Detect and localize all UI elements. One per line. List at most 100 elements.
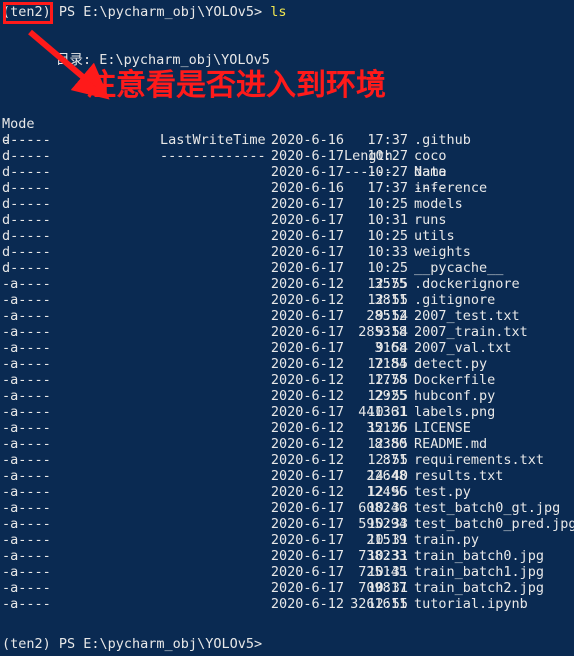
- table-row: -a---- 2020-6-17 10:31 441361 labels.png: [0, 404, 574, 420]
- cell-length: 7184: [374, 356, 407, 372]
- cell-mode: -a----: [2, 532, 51, 548]
- cell-length: 8380: [374, 436, 407, 452]
- cell-date: 2020-6-17: [270, 148, 344, 164]
- table-row: -a---- 2020-6-17 10:31 725145 train_batch1.j…: [0, 564, 574, 580]
- cell-date: 2020-6-17: [270, 196, 344, 212]
- cell-time: 10:25: [367, 196, 408, 212]
- table-row: -a---- 2020-6-17 14:40 22648 results.txt: [0, 468, 574, 484]
- cell-mode: d-----: [2, 180, 51, 196]
- table-row: -a---- 2020-6-17 10:33 595294 test_batch0_pr…: [0, 516, 574, 532]
- cell-time: 10:27: [367, 148, 408, 164]
- cell-mode: d-----: [2, 212, 51, 228]
- cell-time: 10:31: [367, 212, 408, 228]
- cell-mode: -a----: [2, 500, 51, 516]
- cell-name: labels.png: [414, 404, 496, 420]
- table-row: -a---- 2020-6-12 12:55 7184 detect.py: [0, 356, 574, 372]
- table-row: -a---- 2020-6-17 10:31 709817 train_batch2.j…: [0, 580, 574, 596]
- cell-time: 10:27: [367, 164, 408, 180]
- cell-mode: -a----: [2, 580, 51, 596]
- table-row: -a---- 2020-6-17 9:54 3168 2007_val.txt: [0, 340, 574, 356]
- cell-date: 2020-6-16: [270, 180, 344, 196]
- cell-mode: d-----: [2, 132, 51, 148]
- cell-mode: -a----: [2, 356, 51, 372]
- table-row: -a---- 2020-6-17 9:54 28512 2007_test.txt: [0, 308, 574, 324]
- cell-date: 2020-6-17: [270, 244, 344, 260]
- cell-name: detect.py: [414, 356, 488, 372]
- cell-time: 17:37: [367, 132, 408, 148]
- cell-mode: -a----: [2, 484, 51, 500]
- table-row: -a---- 2020-6-17 9:54 285318 2007_train.txt: [0, 324, 574, 340]
- table-row: d----- 2020-6-17 10:31 runs: [0, 212, 574, 228]
- cell-mode: -a----: [2, 452, 51, 468]
- command-text: ls: [270, 4, 287, 20]
- cell-date: 2020-6-17: [270, 260, 344, 276]
- table-row: -a---- 2020-6-17 10:31 21519 train.py: [0, 532, 574, 548]
- cell-name: 2007_test.txt: [414, 308, 520, 324]
- cell-length: 709817: [358, 580, 407, 596]
- cell-length: 725145: [358, 564, 407, 580]
- table-row: d----- 2020-6-16 17:37 .github: [0, 132, 574, 148]
- table-row: -a---- 2020-6-17 10:31 738233 train_batch0.j…: [0, 548, 574, 564]
- table-row: -a---- 2020-6-12 12:55 871 requirements.txt: [0, 452, 574, 468]
- prompt-text: (ten2) PS E:\pycharm_obj\YOLOv5>: [2, 4, 271, 20]
- cell-length: 21519: [366, 532, 407, 548]
- cell-mode: -a----: [2, 548, 51, 564]
- cell-name: weights: [414, 244, 471, 260]
- table-row: -a---- 2020-6-12 12:55 1778 Dockerfile: [0, 372, 574, 388]
- cell-mode: -a----: [2, 276, 51, 292]
- cell-length: 3261611: [350, 596, 407, 612]
- cell-name: train.py: [414, 532, 480, 548]
- cell-mode: -a----: [2, 324, 51, 340]
- table-row: -a---- 2020-6-12 12:55 2925 hubconf.py: [0, 388, 574, 404]
- cell-length: 595294: [358, 516, 407, 532]
- cell-mode: -a----: [2, 308, 51, 324]
- cell-name: runs: [414, 212, 447, 228]
- cell-date: 2020-6-16: [270, 132, 344, 148]
- cell-length: 2925: [374, 388, 407, 404]
- cell-name: Dockerfile: [414, 372, 496, 388]
- cell-length: 871: [382, 452, 407, 468]
- cell-length: 738233: [358, 548, 407, 564]
- cell-mode: -a----: [2, 404, 51, 420]
- cell-name: .gitignore: [414, 292, 496, 308]
- cell-length: 441361: [358, 404, 407, 420]
- cell-mode: -a----: [2, 436, 51, 452]
- table-row: -a---- 2020-6-12 12:55 3261611 tutorial.ipyn…: [0, 596, 574, 612]
- cell-length: 3575: [374, 276, 407, 292]
- cell-mode: -a----: [2, 564, 51, 580]
- cell-name: utils: [414, 228, 455, 244]
- cell-name: train_batch0.jpg: [414, 548, 545, 564]
- cell-name: hubconf.py: [414, 388, 496, 404]
- prompt-line-top: (ten2) PS E:\pycharm_obj\YOLOv5> ls: [2, 4, 286, 20]
- table-row: d----- 2020-6-17 10:27 data: [0, 164, 574, 180]
- cell-name: data: [414, 164, 447, 180]
- cell-mode: -a----: [2, 420, 51, 436]
- cell-name: results.txt: [414, 468, 504, 484]
- cell-name: 2007_val.txt: [414, 340, 512, 356]
- cell-name: __pycache__: [414, 260, 504, 276]
- table-row: -a---- 2020-6-12 12:55 35126 LICENSE: [0, 420, 574, 436]
- table-row: -a---- 2020-6-12 12:55 3811 .gitignore: [0, 292, 574, 308]
- cell-mode: d-----: [2, 260, 51, 276]
- table-row: d----- 2020-6-17 10:27 coco: [0, 148, 574, 164]
- cell-name: train_batch1.jpg: [414, 564, 545, 580]
- cell-length: 22648: [366, 468, 407, 484]
- cell-name: .github: [414, 132, 471, 148]
- cell-mode: d-----: [2, 228, 51, 244]
- cell-time: 10:25: [367, 228, 408, 244]
- powershell-terminal-window[interactable]: (ten2) PS E:\pycharm_obj\YOLOv5> ls 目录: …: [0, 0, 574, 656]
- cell-mode: -a----: [2, 468, 51, 484]
- cell-name: requirements.txt: [414, 452, 545, 468]
- cell-name: inference: [414, 180, 488, 196]
- cell-mode: d-----: [2, 164, 51, 180]
- cell-date: 2020-6-17: [270, 228, 344, 244]
- cell-name: LICENSE: [414, 420, 471, 436]
- table-row: d----- 2020-6-17 10:25 __pycache__: [0, 260, 574, 276]
- cell-time: 17:37: [367, 180, 408, 196]
- cell-name: .dockerignore: [414, 276, 520, 292]
- cell-length: 3811: [374, 292, 407, 308]
- cell-mode: d-----: [2, 244, 51, 260]
- cell-date: 2020-6-17: [270, 212, 344, 228]
- cell-name: test.py: [414, 484, 471, 500]
- cell-mode: -a----: [2, 596, 51, 612]
